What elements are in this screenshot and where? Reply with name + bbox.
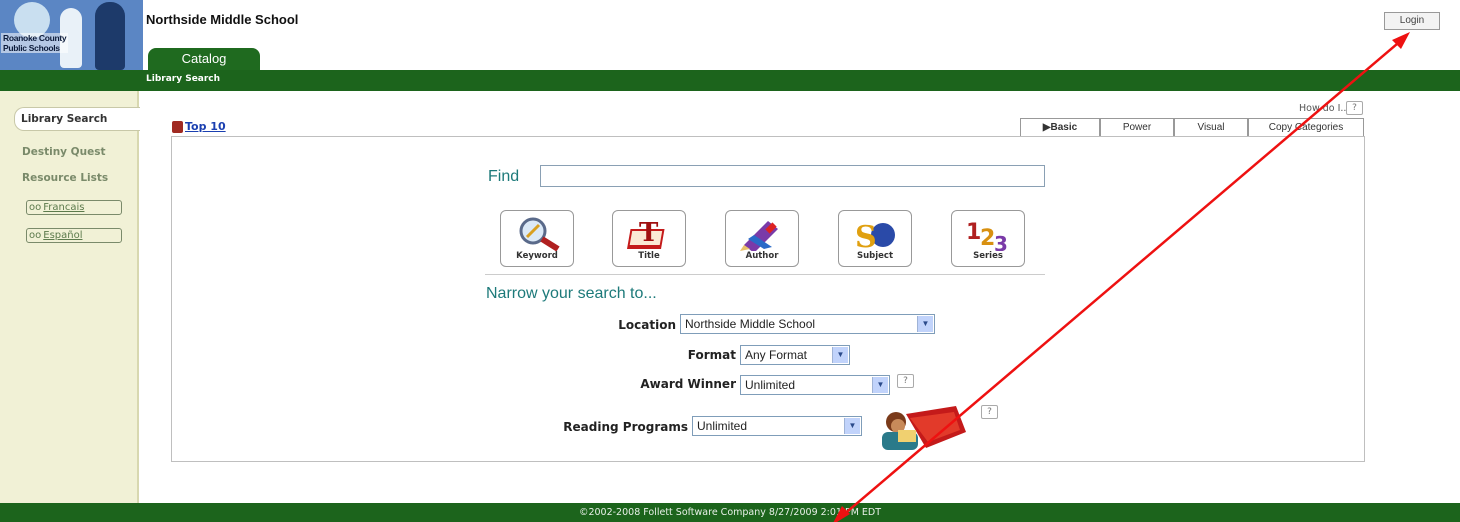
- language-francais-button[interactable]: oo Francais: [26, 200, 122, 215]
- location-label: Location: [618, 318, 676, 332]
- svg-text:T: T: [639, 218, 659, 248]
- tab-power[interactable]: Power: [1100, 118, 1174, 136]
- reading-help-icon[interactable]: ?: [981, 405, 998, 419]
- find-label: Find: [488, 168, 520, 185]
- sidebar: Library Search Destiny Quest Resource Li…: [0, 91, 140, 503]
- subject-icon: S: [855, 220, 895, 251]
- chevron-down-icon: ▼: [844, 418, 860, 434]
- how-do-i-link[interactable]: How do I...: [1299, 103, 1349, 114]
- location-select[interactable]: Northside Middle School ▼: [680, 314, 935, 334]
- format-label: Format: [687, 348, 736, 362]
- footer: ©2002-2008 Follett Software Company 8/27…: [0, 503, 1460, 522]
- series-search-button[interactable]: 1 2 3 Series: [951, 210, 1025, 267]
- svg-text:S: S: [855, 220, 877, 251]
- sidebar-item-destiny-quest[interactable]: Destiny Quest: [22, 146, 105, 158]
- nav-bar-library-search[interactable]: Library Search: [146, 74, 220, 84]
- reading-programs-label: Reading Programs: [563, 420, 688, 434]
- award-winner-label: Award Winner: [640, 377, 736, 391]
- subject-search-button[interactable]: S Subject: [838, 210, 912, 267]
- tab-basic[interactable]: ▶Basic: [1020, 118, 1100, 136]
- magnifier-icon: [519, 217, 560, 251]
- district-logo: Roanoke County Public Schools: [0, 0, 143, 70]
- tab-copy-categories[interactable]: Copy Categories: [1248, 118, 1364, 136]
- tab-catalog[interactable]: Catalog: [148, 48, 260, 70]
- book-icon: [172, 121, 183, 133]
- pencil-icon: [740, 221, 778, 251]
- narrow-heading: Narrow your search to...: [486, 285, 657, 302]
- nav-bar: Library Search: [0, 70, 1460, 91]
- divider: [485, 274, 1045, 275]
- svg-text:3: 3: [994, 232, 1008, 251]
- find-input[interactable]: [540, 165, 1045, 187]
- sidebar-item-library-search[interactable]: Library Search: [14, 107, 140, 131]
- series-123-icon: 1 2 3: [966, 220, 1008, 251]
- footer-text: ©2002-2008 Follett Software Company 8/27…: [578, 507, 882, 518]
- reading-programs-select[interactable]: Unlimited ▼: [692, 416, 862, 436]
- chevron-down-icon: ▼: [832, 347, 848, 363]
- award-help-icon[interactable]: ?: [897, 374, 914, 388]
- top10-link[interactable]: Top 10: [185, 120, 226, 133]
- chevron-down-icon: ▼: [917, 316, 933, 332]
- title-search-button[interactable]: T Title: [612, 210, 686, 267]
- book-title-icon: T: [627, 218, 665, 249]
- award-winner-select[interactable]: Unlimited ▼: [740, 375, 890, 395]
- school-name: Northside Middle School: [146, 12, 299, 27]
- help-icon[interactable]: ?: [1346, 101, 1363, 115]
- login-button[interactable]: Login: [1384, 12, 1440, 30]
- keyword-search-button[interactable]: Keyword: [500, 210, 574, 267]
- sidebar-item-resource-lists[interactable]: Resource Lists: [22, 172, 108, 184]
- glasses-icon: oo: [29, 202, 42, 213]
- format-select[interactable]: Any Format ▼: [740, 345, 850, 365]
- glasses-icon: oo: [29, 230, 42, 241]
- tab-visual[interactable]: Visual: [1174, 118, 1248, 136]
- language-espanol-button[interactable]: oo Español: [26, 228, 122, 243]
- author-search-button[interactable]: Author: [725, 210, 799, 267]
- chevron-down-icon: ▼: [872, 377, 888, 393]
- reading-programs-icon: [882, 406, 966, 450]
